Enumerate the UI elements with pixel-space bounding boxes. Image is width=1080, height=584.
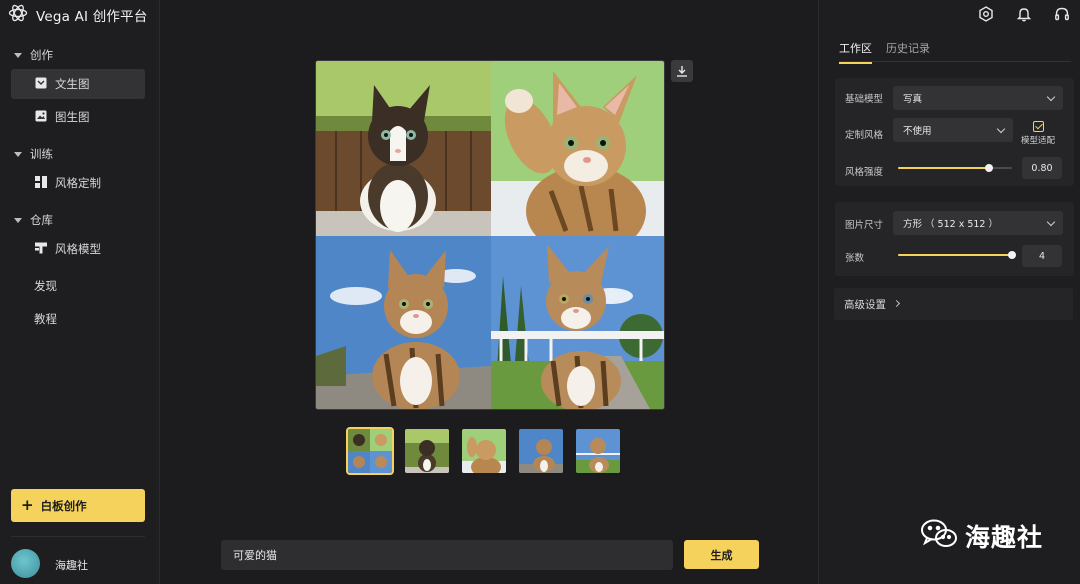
model-settings-card: 基础模型 写真 定制风格 不使用 模型适配 风格强度 0.80 — [835, 78, 1074, 186]
slider-handle[interactable] — [985, 164, 994, 172]
thumbnail-1[interactable] — [405, 429, 449, 473]
model-adapt-label: 模型适配 — [1021, 136, 1056, 146]
size-settings-card: 图片尺寸 方形 （ 512 x 512 ） 张数 4 — [835, 202, 1074, 276]
image-text-icon — [35, 77, 47, 92]
divider — [11, 536, 145, 537]
download-button[interactable] — [671, 60, 693, 82]
chevron-down-icon — [1046, 92, 1056, 102]
thumbnail-4[interactable] — [576, 429, 620, 473]
logo-icon — [8, 3, 28, 27]
sidebar-item-label: 文生图 — [55, 77, 90, 91]
sidebar-item-style-custom[interactable]: 风格定制 — [11, 168, 145, 198]
style-strength-value[interactable]: 0.80 — [1022, 157, 1062, 179]
base-model-value: 写真 — [903, 94, 923, 105]
tab-divider — [839, 61, 1071, 62]
chevron-down-icon — [996, 124, 1006, 134]
thumbnail-3[interactable] — [519, 429, 563, 473]
advanced-settings-toggle[interactable]: 高级设置 — [834, 288, 1073, 320]
sidebar: Vega AI 创作平台 创作 文生图 图生图 训练 风格定制 仓库 风格模型 — [0, 0, 160, 584]
watermark-text: 海趣社 — [965, 523, 1044, 552]
caret-down-icon — [14, 151, 22, 157]
generate-button[interactable]: 生成 — [684, 540, 759, 569]
sidebar-item-style-model[interactable]: 风格模型 — [11, 234, 145, 264]
bell-icon[interactable] — [1014, 4, 1034, 24]
image-icon — [35, 110, 47, 125]
image-cell-top-left — [316, 61, 491, 236]
custom-style-select[interactable]: 不使用 — [893, 118, 1013, 142]
nav-group-create[interactable]: 创作 — [14, 47, 53, 63]
nav-group-label: 创作 — [30, 48, 53, 62]
plus-icon: + — [21, 496, 34, 514]
thumbnail-grid[interactable] — [346, 427, 394, 475]
caret-down-icon — [14, 217, 22, 223]
sidebar-item-label: 图生图 — [55, 110, 90, 124]
sidebar-item-tutorial[interactable]: 教程 — [34, 311, 57, 327]
style-strength-slider[interactable] — [898, 161, 1012, 175]
chevron-down-icon — [1046, 217, 1056, 227]
prompt-input[interactable]: 可爱的猫 — [221, 540, 673, 570]
image-cell-top-right — [491, 61, 664, 236]
image-cell-bottom-left — [316, 236, 491, 409]
avatar[interactable] — [11, 549, 40, 578]
slider-fill — [898, 254, 1012, 256]
checkbox-checked-icon — [1032, 121, 1044, 132]
sidebar-item-text-to-image[interactable]: 文生图 — [11, 69, 145, 99]
count-label: 张数 — [845, 253, 865, 264]
model-adapt-checkbox[interactable]: 模型适配 — [1021, 121, 1055, 146]
watermark: 海趣社 — [919, 518, 1043, 554]
advanced-settings-label: 高级设置 — [844, 298, 886, 311]
chevron-right-icon — [892, 299, 901, 308]
base-model-select[interactable]: 写真 — [893, 86, 1063, 110]
wechat-icon — [919, 518, 959, 554]
image-size-label: 图片尺寸 — [845, 220, 884, 231]
sidebar-item-label: 风格定制 — [55, 176, 101, 190]
brand[interactable]: Vega AI 创作平台 — [8, 4, 148, 26]
count-value[interactable]: 4 — [1022, 245, 1062, 267]
layout-icon — [35, 175, 47, 191]
caret-down-icon — [14, 52, 22, 58]
sidebar-item-label: 风格模型 — [55, 242, 101, 256]
nav-group-label: 训练 — [30, 147, 53, 161]
app-title: Vega AI 创作平台 — [36, 9, 148, 25]
generated-image[interactable] — [315, 60, 665, 410]
thumbnail-2[interactable] — [462, 429, 506, 473]
nav-group-train[interactable]: 训练 — [14, 146, 53, 162]
headset-icon[interactable] — [1052, 4, 1072, 24]
model-icon — [35, 242, 47, 257]
image-size-value: 方形 （ 512 x 512 ） — [903, 219, 998, 230]
whiteboard-button-label: 白板创作 — [40, 498, 87, 513]
slider-handle[interactable] — [1008, 251, 1016, 259]
whiteboard-create-button[interactable]: + 白板创作 — [11, 489, 145, 522]
custom-style-label: 定制风格 — [845, 130, 884, 141]
settings-hex-icon[interactable] — [976, 4, 996, 24]
sidebar-item-image-to-image[interactable]: 图生图 — [11, 102, 145, 132]
image-cell-bottom-right — [491, 236, 664, 409]
download-icon — [676, 62, 688, 81]
base-model-label: 基础模型 — [845, 94, 884, 105]
custom-style-value: 不使用 — [903, 126, 932, 137]
nav-group-label: 仓库 — [30, 213, 53, 227]
count-slider[interactable] — [898, 248, 1016, 262]
nav-group-repo[interactable]: 仓库 — [14, 212, 53, 228]
image-size-select[interactable]: 方形 （ 512 x 512 ） — [893, 211, 1063, 235]
slider-fill — [898, 167, 990, 169]
sidebar-item-discover[interactable]: 发现 — [34, 278, 57, 294]
username: 海趣社 — [55, 559, 88, 572]
style-strength-label: 风格强度 — [845, 167, 884, 178]
